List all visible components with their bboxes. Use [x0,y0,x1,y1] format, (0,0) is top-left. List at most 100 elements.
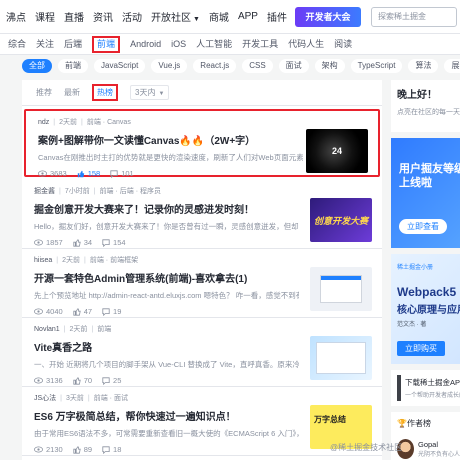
article-title[interactable]: ES6 万字极简总结，帮你快速过一遍知识点！ [34,408,304,423]
comment-button[interactable]: 19 [102,307,121,316]
author-name[interactable]: Gopal [418,440,460,449]
like-button[interactable]: 34 [73,238,92,247]
nav-item-events[interactable]: 活动 [122,9,142,24]
article-time: 2天前 [59,119,78,126]
comment-button[interactable]: 154 [102,238,126,247]
search-input[interactable]: 探索稀土掘金 [370,6,457,27]
article-thumbnail[interactable]: 创意开发大赛 [310,198,372,242]
views-count: 3683 [50,169,67,178]
like-button[interactable]: 89 [73,445,92,454]
article-author[interactable]: JS心法 [34,393,56,403]
developer-conference-banner[interactable]: 开发者大会 [294,6,361,27]
article-time: 7小时前 [64,188,90,195]
tag-css[interactable]: CSS [242,59,273,73]
tab-ai[interactable]: 人工智能 [196,36,232,53]
comments-count: 19 [113,307,122,316]
thumbnail-text: 万字总结 [314,415,346,424]
like-button[interactable]: 158 [77,169,100,178]
sort-latest[interactable]: 最新 [64,87,80,98]
sort-hot[interactable]: 热榜 [92,84,118,101]
chevron-down-icon: ▼ [193,16,200,23]
tab-backend[interactable]: 后端 [64,36,82,53]
eye-icon [38,170,47,177]
comments-count: 18 [113,445,122,454]
tab-overall[interactable]: 综合 [8,36,26,53]
meta-separator: | [63,325,66,333]
tag-filter-bar: 全部 前端 JavaScript Vue.js React.js CSS 面试 … [22,59,460,73]
view-now-button[interactable]: 立即查看 [399,219,447,234]
buy-now-button[interactable]: 立即购买 [397,341,445,356]
tab-ios[interactable]: iOS [171,36,186,53]
tag-expand[interactable]: 展开▼ [444,59,460,73]
period-dropdown[interactable]: 3天内 ▼ [130,85,170,100]
download-app-subtitle: 一个帮助开发者成长的社区 [405,393,460,399]
banner-title: 用户掘友等级 [399,163,460,175]
article-item[interactable]: ndz | 2天前 | 前端 · Canvas 案例+图解带你一文读懂Canvas🔥… [24,109,380,178]
like-button[interactable]: 70 [73,376,92,385]
sort-recommend[interactable]: 推荐 [36,87,52,98]
article-title[interactable]: Vite真香之路 [34,339,304,354]
tab-frontend[interactable]: 前端 [92,35,121,53]
download-app-card[interactable]: 下载稀土掘金APP 一个帮助开发者成长的社区 [391,370,460,406]
article-tags[interactable]: 前端 · Canvas [87,117,131,127]
article-author[interactable]: Novlan1 [34,326,60,333]
article-author[interactable]: hiisea [34,257,52,264]
nav-item-pins[interactable]: 沸点 [6,9,26,24]
article-tags[interactable]: 前端 · 后端 · 程序员 [100,186,161,196]
article-author[interactable]: ndz [38,119,49,126]
comment-icon [102,307,110,316]
meta-separator: | [53,118,56,126]
article-author[interactable]: 掘金酱 [34,186,55,196]
tab-android[interactable]: Android [130,36,161,53]
author-row[interactable]: Gopal 光阴不负有心人 [397,439,460,459]
article-thumbnail[interactable]: 24 [306,129,368,173]
article-item[interactable]: Novlan1 | 2天前 | 前端 Vite真香之路 一、开始 近期将几个项目的脚… [22,318,382,387]
tag-vue[interactable]: Vue.js [151,59,188,73]
likes-count: 47 [83,307,93,316]
sort-bar: 推荐 最新 热榜 3天内 ▼ [22,80,382,106]
tag-algorithm[interactable]: 算法 [408,59,439,73]
nav-item-shop[interactable]: 商城 [209,9,229,24]
article-item[interactable]: hiisea | 2天前 | 前端 · 前端框架 开源一套特色Admin管理系统(前… [22,249,382,318]
download-app-text: 下载稀土掘金APP 一个帮助开发者成长的社区 [405,377,460,399]
comment-button[interactable]: 25 [102,376,121,385]
comment-button[interactable]: 18 [102,445,121,454]
article-title[interactable]: 案例+图解带你一文读懂Canvas🔥🔥（2W+字） [38,132,308,147]
tab-dev-tools[interactable]: 开发工具 [242,36,278,53]
nav-item-open-community[interactable]: 开放社区 ▼ [151,9,200,24]
tag-typescript[interactable]: TypeScript [350,59,403,73]
tag-architecture[interactable]: 架构 [314,59,345,73]
article-feed: 推荐 最新 热榜 3天内 ▼ ndz | 2天前 | 前端 · Canvas 案例+图… [22,80,382,460]
comment-button[interactable]: 101 [110,169,134,178]
user-level-banner[interactable]: 用户掘友等级 上线啦 立即查看 [391,138,460,248]
tag-react[interactable]: React.js [193,59,237,73]
tag-javascript[interactable]: JavaScript [94,59,146,73]
ide-screenshot-image [316,342,366,374]
like-button[interactable]: 47 [73,307,92,316]
webpack-book-banner[interactable]: 稀土掘金小册 Webpack5 核心原理与应用 范文杰 · 著 立即购买 [391,254,460,364]
article-tags[interactable]: 前端 · 面试 [94,393,128,403]
greeting-subtitle: 点亮在社区的每一天 [397,109,460,116]
article-thumbnail[interactable] [310,336,372,380]
article-meta: ndz | 2天前 | 前端 · Canvas [38,117,366,127]
article-item[interactable]: JS心法 | 3天前 | 前端 · 面试 ES6 万字极简总结，帮你快速过一遍知识点… [22,387,382,456]
article-item[interactable]: 掘金酱 | 7小时前 | 前端 · 后端 · 程序员 掘金创意开发大赛来了！记录你的… [22,180,382,249]
tag-frontend[interactable]: 前端 [58,59,88,73]
article-abstract: 由于常用ES6语法不多，可常需要重新查看旧一概大使的《ECMAScript 6 … [34,429,299,438]
article-thumbnail[interactable] [310,267,372,311]
tag-all[interactable]: 全部 [22,59,52,73]
article-tags[interactable]: 前端 [97,324,111,334]
nav-item-app[interactable]: APP [238,11,258,22]
article-title[interactable]: 开源一套特色Admin管理系统(前端)-喜欢拿去(1) [34,270,304,285]
nav-item-news[interactable]: 资讯 [93,9,113,24]
tab-reading[interactable]: 阅读 [334,36,352,53]
nav-item-live[interactable]: 直播 [64,9,84,24]
tab-following[interactable]: 关注 [36,36,54,53]
nav-item-plugins[interactable]: 插件 [267,9,287,24]
meta-separator: | [59,187,61,195]
article-tags[interactable]: 前端 · 前端框架 [90,255,138,265]
tab-code-life[interactable]: 代码人生 [288,36,324,53]
article-title[interactable]: 掘金创意开发大赛来了！记录你的灵感进发时刻！ [34,201,304,216]
nav-item-courses[interactable]: 课程 [35,9,55,24]
tag-interview[interactable]: 面试 [278,59,309,73]
